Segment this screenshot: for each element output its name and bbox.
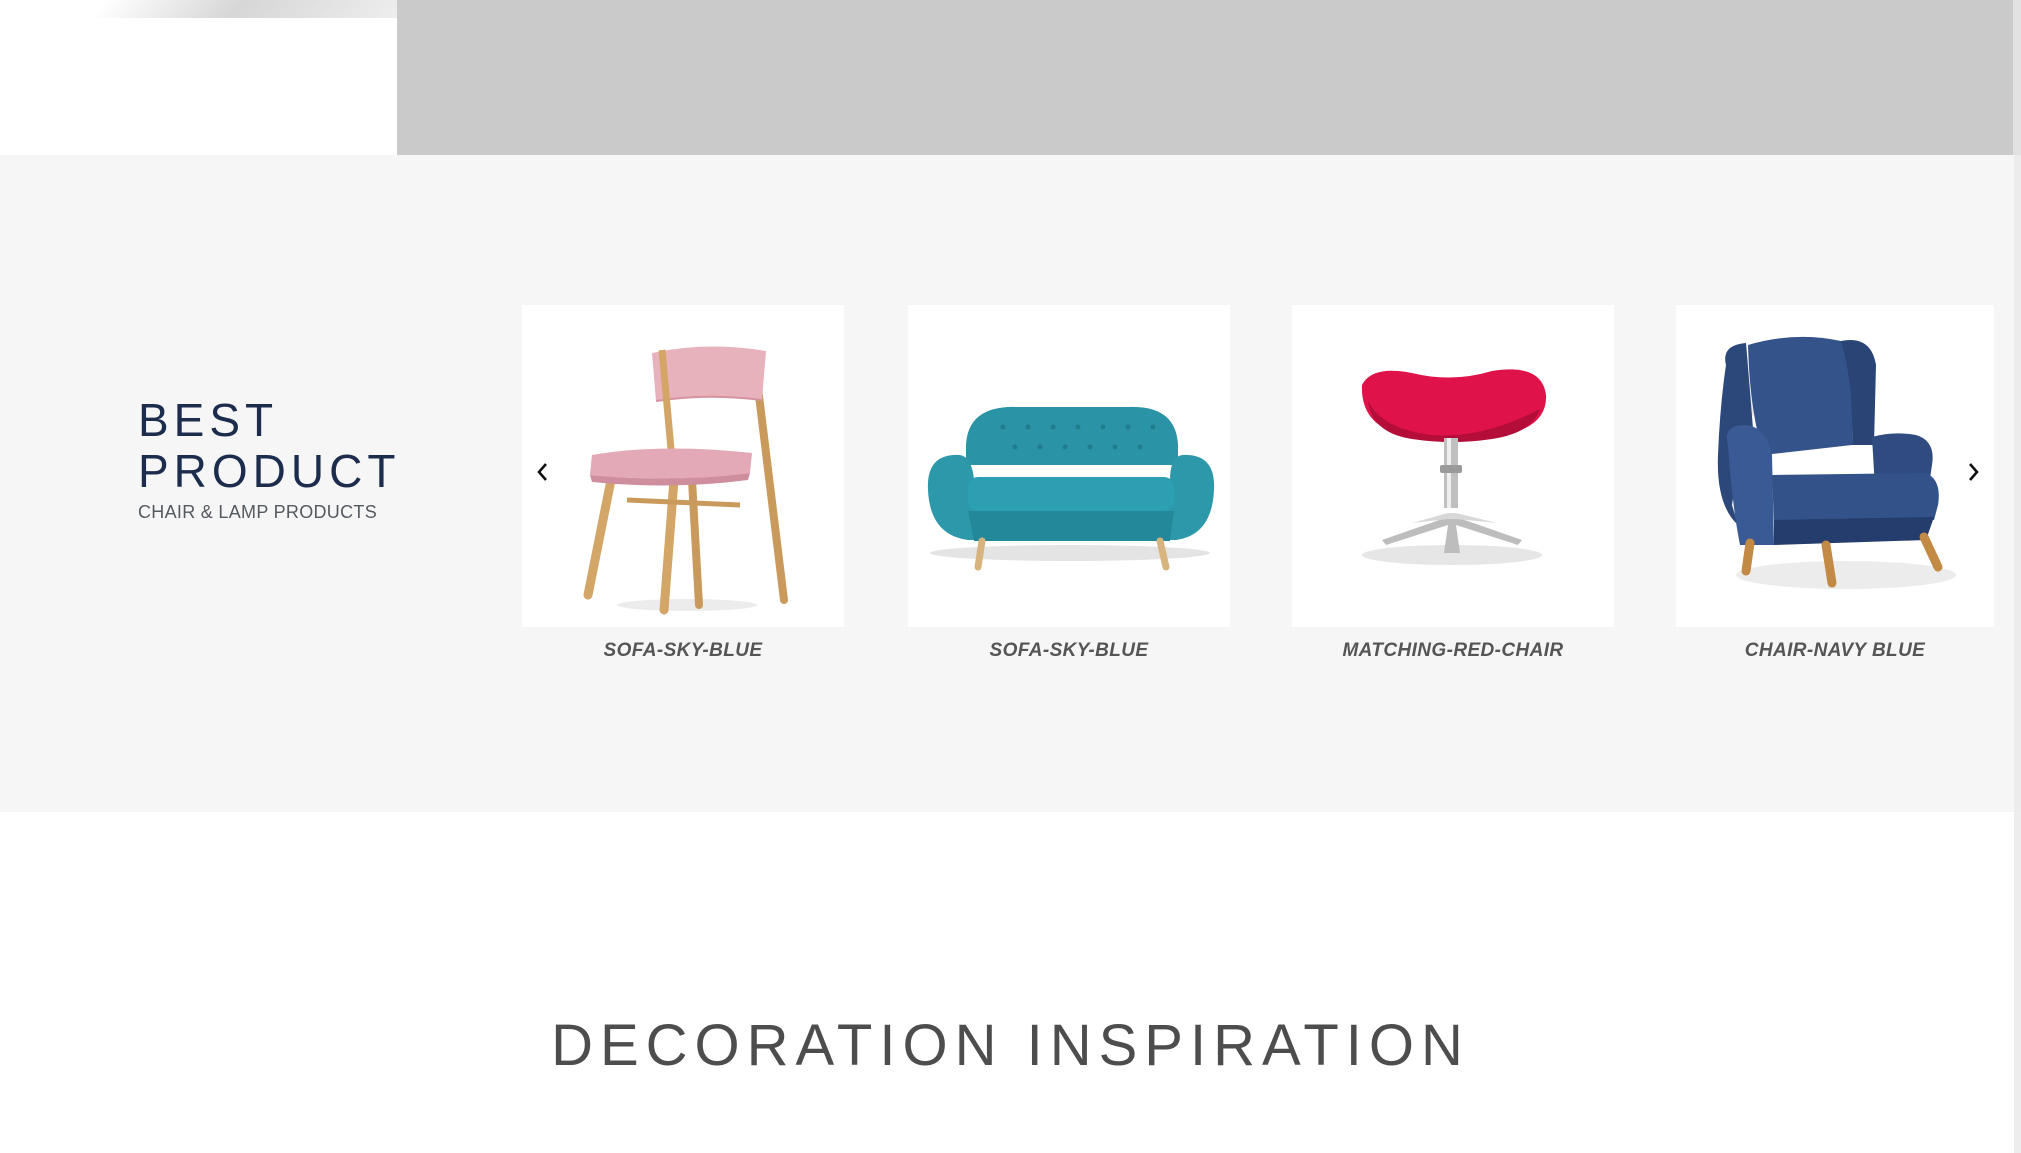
best-product-title: BEST PRODUCT xyxy=(138,395,400,497)
carousel-prev-button[interactable] xyxy=(528,457,558,487)
product-card-3[interactable] xyxy=(1292,305,1614,627)
navy-wingback-armchair-image xyxy=(1717,336,1956,589)
product-name-2[interactable]: SOFA-SKY-BLUE xyxy=(908,640,1230,662)
product-name-4[interactable]: CHAIR-NAVY BLUE xyxy=(1676,640,1994,662)
page-edge xyxy=(2014,812,2021,1153)
chevron-right-icon xyxy=(1969,463,1979,481)
product-card-2[interactable] xyxy=(908,305,1230,627)
chevron-left-icon xyxy=(537,463,547,481)
hero-image-area xyxy=(397,0,2021,155)
hero-left-panel xyxy=(0,0,397,155)
section-edge xyxy=(2014,155,2021,812)
title-line-2: PRODUCT xyxy=(138,445,401,497)
teal-tufted-sofa-image xyxy=(927,406,1215,571)
decoration-inspiration-heading: DECORATION INSPIRATION xyxy=(551,1013,1470,1078)
best-product-section: BEST PRODUCT CHAIR & LAMP PRODUCTS SOFA-… xyxy=(0,155,2021,812)
red-swivel-stool-image xyxy=(1361,369,1547,565)
hero-decor-streak xyxy=(90,0,397,18)
product-name-3[interactable]: MATCHING-RED-CHAIR xyxy=(1292,640,1614,662)
carousel-next-button[interactable] xyxy=(1958,457,1988,487)
hero-edge xyxy=(2013,0,2021,155)
product-card-4[interactable] xyxy=(1676,305,1994,627)
pink-wooden-chair-image xyxy=(583,346,788,615)
title-line-1: BEST xyxy=(138,394,279,446)
product-card-1[interactable] xyxy=(522,305,844,627)
product-name-1[interactable]: SOFA-SKY-BLUE xyxy=(522,640,844,662)
hero-banner xyxy=(0,0,2021,155)
best-product-subtitle: CHAIR & LAMP PRODUCTS xyxy=(138,502,378,522)
